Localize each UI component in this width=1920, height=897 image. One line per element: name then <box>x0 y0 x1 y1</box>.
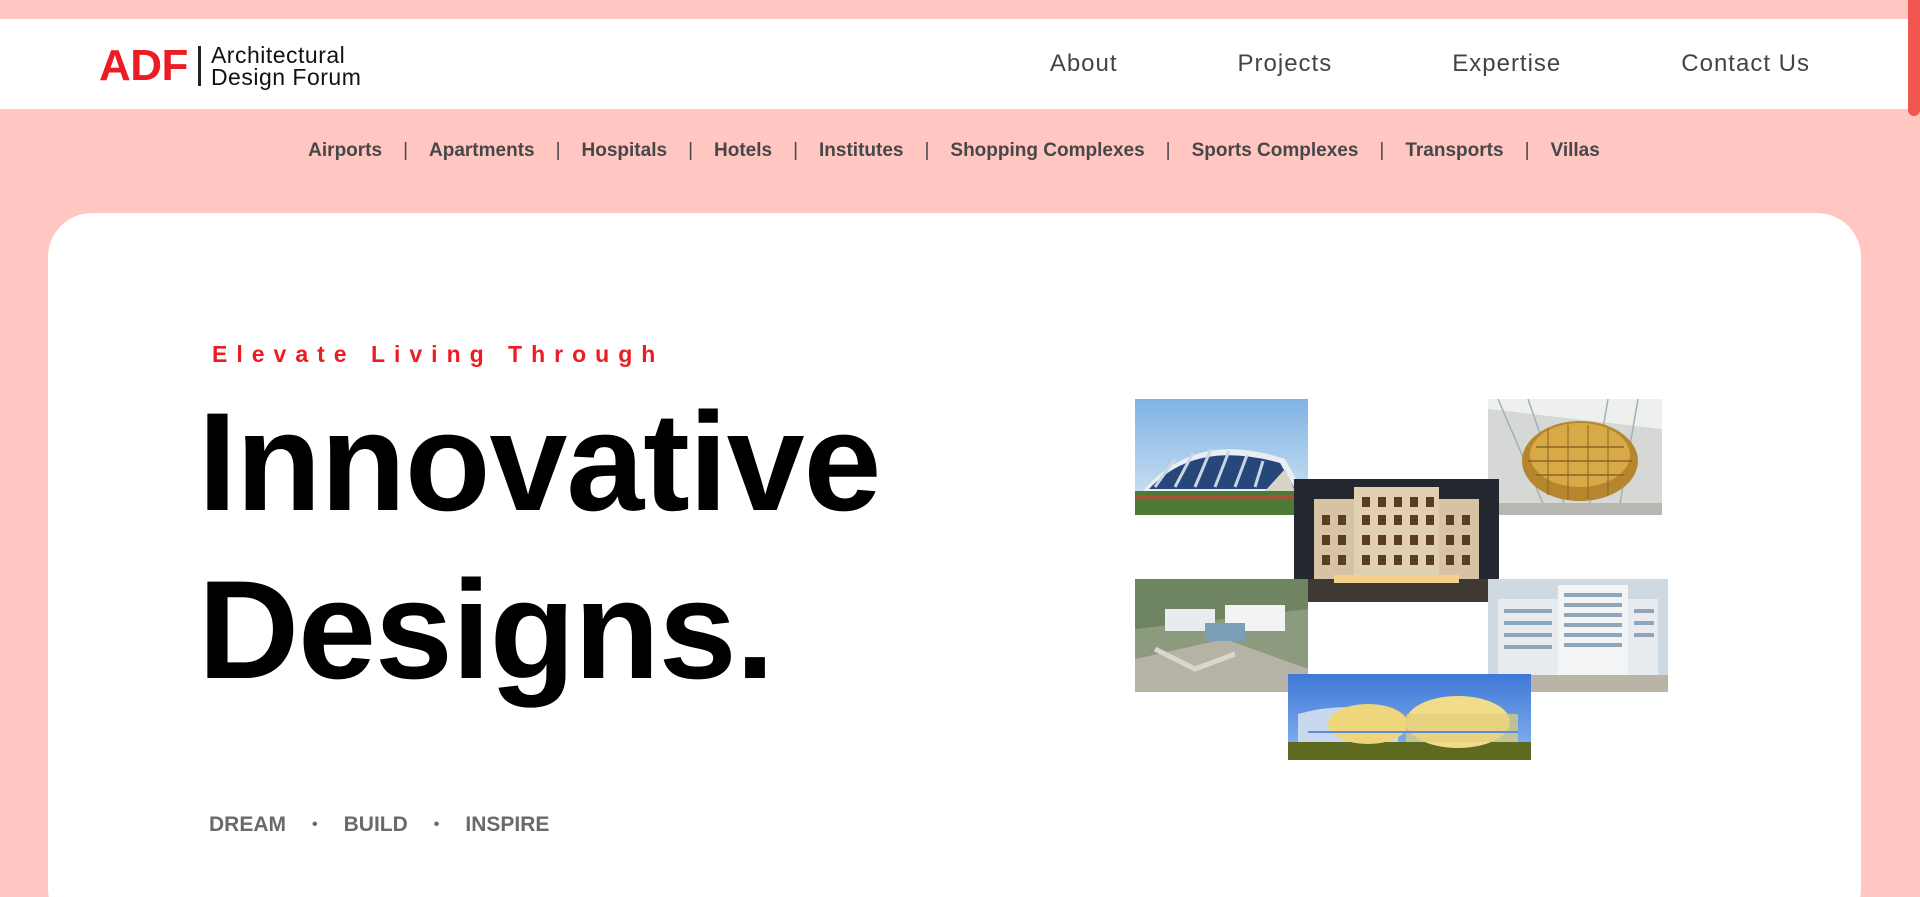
hero-card: Elevate Living Through Innovative Design… <box>48 213 1861 897</box>
category-institutes[interactable]: Institutes <box>819 140 903 162</box>
terminal-rendering-photo <box>1288 674 1531 760</box>
nav-link-about[interactable]: About <box>1050 50 1118 78</box>
hotel-tower-photo <box>1294 479 1499 602</box>
nav-link-projects[interactable]: Projects <box>1238 50 1333 78</box>
category-separator: | <box>924 140 930 161</box>
top-navbar: ADF Architectural Design Forum About Pro… <box>0 19 1908 109</box>
category-separator: | <box>1379 140 1385 161</box>
category-apartments[interactable]: Apartments <box>429 140 535 162</box>
category-separator: | <box>1165 140 1171 161</box>
logo-wordmark: Architectural Design Forum <box>210 42 362 90</box>
nav-link-contact-us[interactable]: Contact Us <box>1681 50 1810 78</box>
category-shopping-complexes[interactable]: Shopping Complexes <box>950 140 1144 162</box>
project-collage <box>1135 399 1675 763</box>
pillar-dream: DREAM <box>209 813 286 836</box>
category-separator: | <box>555 140 561 161</box>
category-bar: Airports | Apartments | Hospitals | Hote… <box>0 109 1908 193</box>
category-separator: | <box>403 140 409 161</box>
category-separator: | <box>1524 140 1530 161</box>
headline-line-1: Innovative <box>198 383 881 540</box>
category-separator: | <box>688 140 693 161</box>
headline-line-2: Designs. <box>198 551 775 708</box>
campus-aerial-photo <box>1135 579 1308 692</box>
category-sports-complexes[interactable]: Sports Complexes <box>1192 140 1359 162</box>
main-nav: About Projects Expertise Contact Us <box>1050 19 1810 109</box>
vertical-scrollbar[interactable] <box>1908 0 1920 116</box>
category-separator: | <box>793 140 799 161</box>
nav-link-expertise[interactable]: Expertise <box>1452 50 1561 78</box>
logo-line-2: Design Forum <box>210 64 362 90</box>
brand-logo[interactable]: ADF Architectural Design Forum <box>99 41 361 91</box>
category-villas[interactable]: Villas <box>1551 140 1600 162</box>
logo-mark: ADF <box>99 41 188 90</box>
hero-pillars: DREAM • BUILD • INSPIRE <box>209 813 549 837</box>
logo-line-1: Architectural <box>210 42 346 68</box>
hero-headline: Innovative Designs. <box>198 378 881 714</box>
category-hospitals[interactable]: Hospitals <box>582 140 668 162</box>
stadium-photo <box>1135 399 1308 515</box>
logo-divider <box>197 46 201 86</box>
hero-tagline: Elevate Living Through <box>212 341 665 367</box>
category-hotels[interactable]: Hotels <box>714 140 772 162</box>
golden-dome-photo <box>1488 399 1662 515</box>
pillar-separator: • <box>312 816 318 833</box>
pillar-inspire: INSPIRE <box>465 813 550 836</box>
pillar-separator: • <box>433 816 440 833</box>
pillar-build: BUILD <box>343 813 408 836</box>
category-airports[interactable]: Airports <box>308 140 382 162</box>
category-transports[interactable]: Transports <box>1405 140 1503 162</box>
